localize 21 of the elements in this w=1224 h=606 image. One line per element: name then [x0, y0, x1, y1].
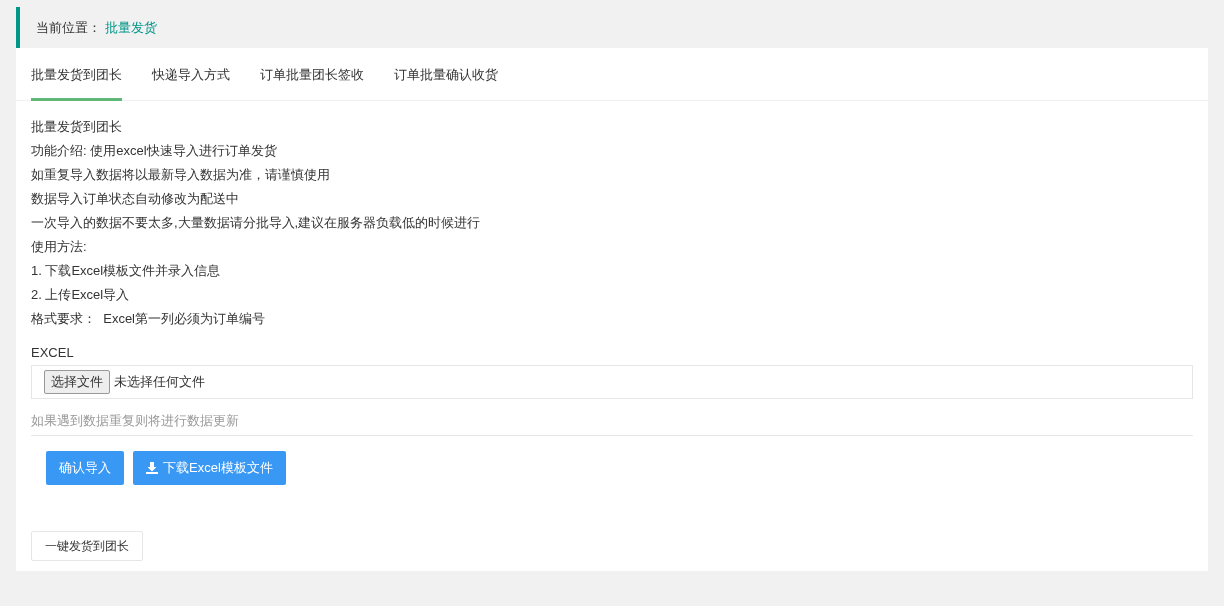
tab[interactable]: 订单批量团长签收	[260, 48, 364, 101]
intro-text: 如重复导入数据将以最新导入数据为准，请谨慎使用	[31, 166, 330, 184]
intro-text: 功能介绍: 使用excel快速导入进行订单发货	[31, 142, 277, 160]
download-icon	[146, 462, 158, 474]
tab[interactable]: 快递导入方式	[152, 48, 230, 101]
choose-file-button[interactable]: 选择文件	[44, 370, 110, 394]
intro-text: 1. 下载Excel模板文件并录入信息	[31, 262, 221, 280]
bulk-ship-button[interactable]: 一键发货到团长	[31, 531, 143, 561]
intro-text: 2. 上传Excel导入	[31, 286, 130, 304]
tab[interactable]: 订单批量确认收货	[394, 48, 498, 101]
intro-text: 一次导入的数据不要太多,大量数据请分批导入,建议在服务器负载低的时候进行	[31, 214, 481, 232]
hint-text: 如果遇到数据重复则将进行数据更新	[31, 411, 1193, 436]
intro-text: 数据导入订单状态自动修改为配送中	[31, 190, 239, 208]
intro-text: 批量发货到团长	[31, 118, 122, 136]
file-input-field[interactable]: 选择文件 未选择任何文件	[31, 365, 1193, 399]
intro-text: 格式要求： Excel第一列必须为订单编号	[31, 310, 265, 328]
field-label: EXCEL	[31, 344, 75, 362]
intro-text: 使用方法:	[31, 238, 87, 256]
breadcrumb-label: 当前位置：	[36, 18, 101, 37]
tab[interactable]: 批量发货到团长	[31, 48, 122, 101]
file-status: 未选择任何文件	[114, 373, 205, 392]
